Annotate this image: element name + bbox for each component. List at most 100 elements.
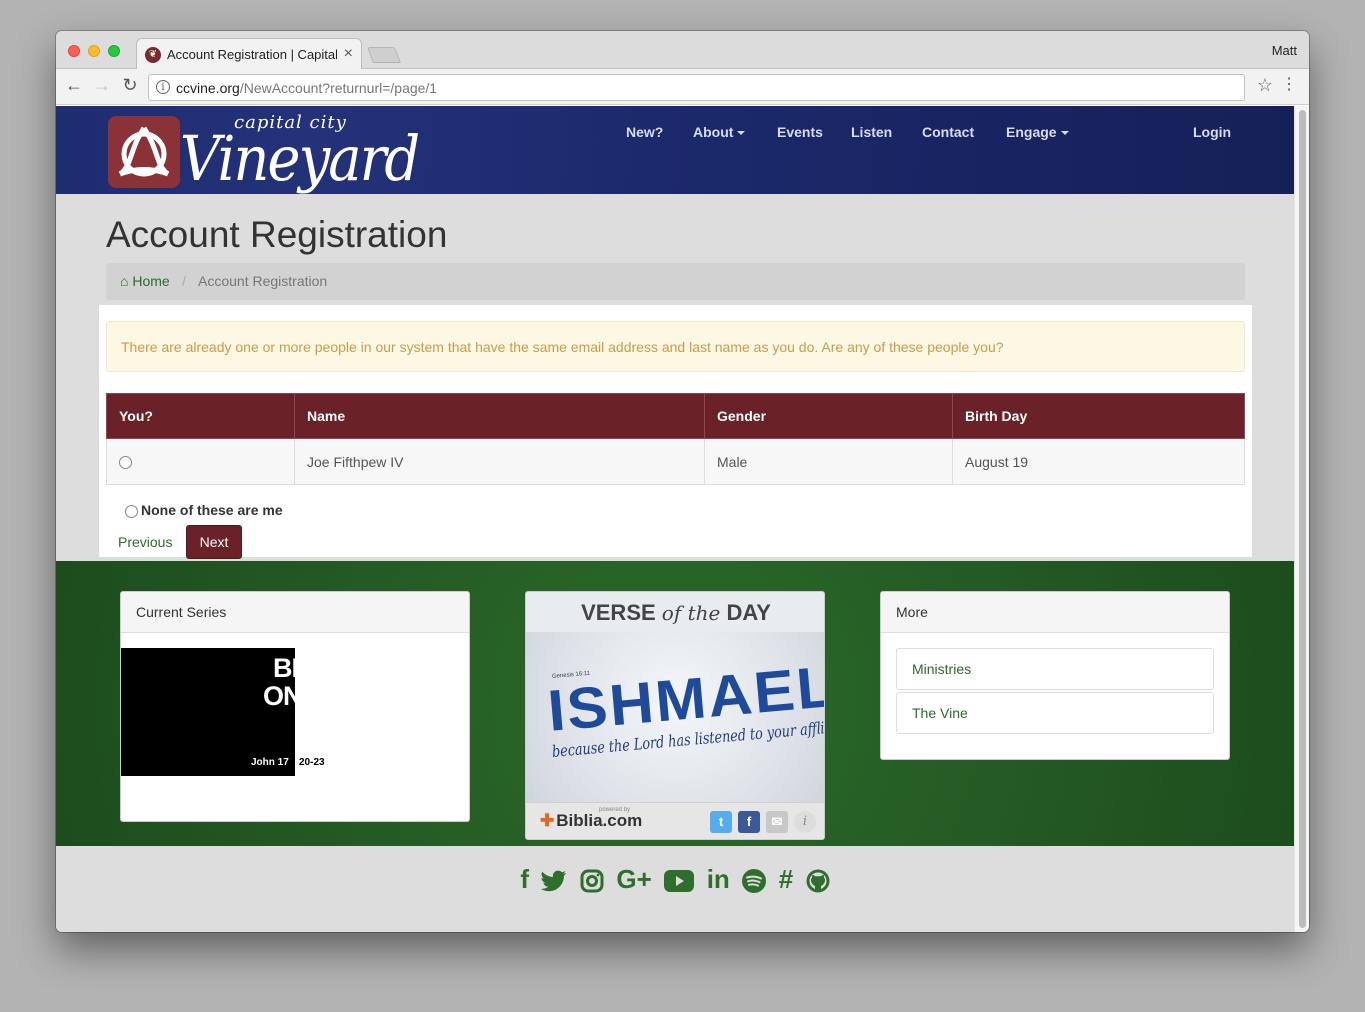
youtube-icon[interactable] [664, 864, 695, 895]
breadcrumb-home[interactable]: ⌂ Home [120, 273, 170, 289]
none-of-these-option[interactable]: None of these are me [125, 502, 283, 518]
matching-people-table: You? Name Gender Birth Day Joe Fifthpew … [106, 393, 1245, 485]
col-header-birthday: Birth Day [952, 393, 1245, 439]
bookmark-star-icon[interactable]: ☆ [1257, 75, 1273, 96]
gender-cell: Male [704, 438, 953, 485]
back-arrow-icon[interactable]: ← [64, 75, 84, 96]
slack-icon[interactable]: # [779, 864, 793, 895]
breadcrumb-separator: / [182, 273, 186, 289]
browser-tab[interactable]: ❦ Account Registration | Capital × [136, 38, 362, 70]
nav-engage[interactable]: Engage [1006, 124, 1069, 140]
home-icon: ⌂ [120, 273, 129, 289]
vineyard-logo-icon[interactable] [108, 116, 180, 188]
site-info-icon[interactable]: i [156, 80, 170, 94]
tab-title: Account Registration | Capital [167, 47, 337, 62]
maximize-window-button[interactable] [108, 45, 120, 57]
twitter-icon[interactable] [541, 864, 567, 895]
breadcrumb: ⌂ Home / Account Registration [106, 263, 1245, 300]
email-share-icon[interactable]: ✉ [766, 811, 788, 833]
browser-menu-icon[interactable]: ⋮ [1281, 74, 1297, 94]
col-header-gender: Gender [704, 393, 953, 439]
series-artwork[interactable]: BE ONE John 17 20-23 [121, 648, 441, 776]
footer-section: Current Series BE ONE John 17 20-23 VERSE… [56, 561, 1294, 846]
alert-text: There are already one or more people in … [121, 339, 1004, 355]
twitter-share-icon[interactable]: t [710, 811, 732, 833]
verse-title-c: DAY [726, 600, 771, 625]
verse-title-a: VERSE [581, 600, 656, 625]
browser-toolbar: ← → ↻ i ccvine.org/NewAccount?returnurl=… [56, 69, 1309, 105]
current-series-heading: Current Series [121, 592, 469, 633]
minimize-window-button[interactable] [88, 45, 100, 57]
instagram-icon[interactable] [580, 864, 604, 895]
table-header-row: You? Name Gender Birth Day [106, 393, 1245, 439]
linkedin-icon[interactable]: in [707, 864, 730, 895]
biblia-logo[interactable]: ✚ Biblia.com [540, 811, 642, 831]
url-path: /NewAccount?returnurl=/page/1 [239, 80, 438, 96]
series-title-line2: ONE [263, 681, 320, 711]
registration-panel: There are already one or more people in … [99, 305, 1252, 559]
social-links: f G+ in # [56, 864, 1294, 895]
nav-new[interactable]: New? [626, 124, 663, 140]
page-scrollbar[interactable] [1294, 106, 1309, 932]
verse-image[interactable]: Genesis 16:11 ISHMAEL because the Lord h… [526, 632, 824, 802]
you-cell [106, 438, 295, 485]
nav-events[interactable]: Events [777, 124, 823, 140]
series-ref-right: 20-23 [299, 757, 325, 768]
address-bar[interactable]: i ccvine.org/NewAccount?returnurl=/page/… [148, 74, 1245, 101]
duplicate-warning-alert: There are already one or more people in … [106, 321, 1245, 372]
birthday-cell: August 19 [952, 438, 1245, 485]
previous-link[interactable]: Previous [118, 534, 172, 550]
breadcrumb-current: Account Registration [198, 273, 328, 289]
spotify-icon[interactable] [742, 864, 767, 895]
series-ref-left: John 17 [251, 757, 289, 768]
nav-engage-label: Engage [1006, 124, 1057, 140]
verse-widget-title: VERSE of the DAY [526, 600, 824, 626]
series-title-line1: BE [273, 653, 310, 683]
info-icon[interactable]: i [794, 811, 816, 833]
more-link-ministries[interactable]: Ministries [896, 648, 1214, 690]
more-link-the-vine[interactable]: The Vine [896, 692, 1214, 734]
nav-about[interactable]: About [693, 124, 746, 140]
none-of-these-radio[interactable] [125, 504, 138, 518]
nav-login[interactable]: Login [1193, 124, 1231, 140]
url-text[interactable]: ccvine.org/NewAccount?returnurl=/page/1 [176, 80, 437, 96]
nav-listen[interactable]: Listen [851, 124, 892, 140]
biblia-cross-icon: ✚ [540, 811, 555, 830]
site-favicon-icon: ❦ [145, 47, 161, 63]
select-person-radio[interactable] [119, 456, 132, 470]
title-bar: ❦ Account Registration | Capital × Matt [56, 31, 1309, 70]
github-icon[interactable] [806, 864, 830, 895]
google-plus-icon[interactable]: G+ [616, 864, 651, 895]
current-series-card: Current Series BE ONE John 17 20-23 [120, 591, 470, 822]
chevron-down-icon [1060, 131, 1069, 136]
verse-title-b: of the [661, 601, 721, 625]
scrollbar-thumb[interactable] [1299, 110, 1306, 928]
reload-icon[interactable]: ↻ [120, 75, 140, 96]
close-window-button[interactable] [68, 45, 80, 57]
series-title-art: BE ONE [263, 653, 320, 711]
verse-of-the-day-widget: VERSE of the DAY Genesis 16:11 ISHMAEL b… [525, 591, 825, 840]
logo-title[interactable]: Vineyard [180, 124, 420, 196]
site-header: capital city Vineyard New? About Events … [56, 106, 1294, 196]
next-button[interactable]: Next [186, 525, 242, 559]
more-links-card: More Ministries The Vine [880, 591, 1230, 760]
none-of-these-label: None of these are me [141, 502, 283, 518]
chevron-down-icon [737, 131, 746, 136]
facebook-share-icon[interactable]: f [738, 811, 760, 833]
new-tab-button[interactable] [367, 47, 401, 63]
tab-close-icon[interactable]: × [344, 45, 353, 63]
url-host: ccvine.org [176, 80, 240, 96]
page-title: Account Registration [106, 214, 448, 255]
page-viewport: capital city Vineyard New? About Events … [56, 106, 1294, 932]
browser-window: ❦ Account Registration | Capital × Matt … [56, 31, 1309, 932]
nav-contact[interactable]: Contact [922, 124, 974, 140]
facebook-icon[interactable]: f [520, 864, 529, 895]
more-heading: More [881, 592, 1229, 633]
verse-widget-footer: powered by ✚ Biblia.com t f ✉ i [526, 802, 824, 839]
nav-about-label: About [693, 124, 734, 140]
table-row: Joe Fifthpew IV Male August 19 [106, 438, 1245, 485]
forward-arrow-icon[interactable]: → [92, 75, 112, 96]
browser-user-name[interactable]: Matt [1272, 43, 1297, 58]
col-header-you: You? [106, 393, 295, 439]
name-cell: Joe Fifthpew IV [294, 438, 705, 485]
